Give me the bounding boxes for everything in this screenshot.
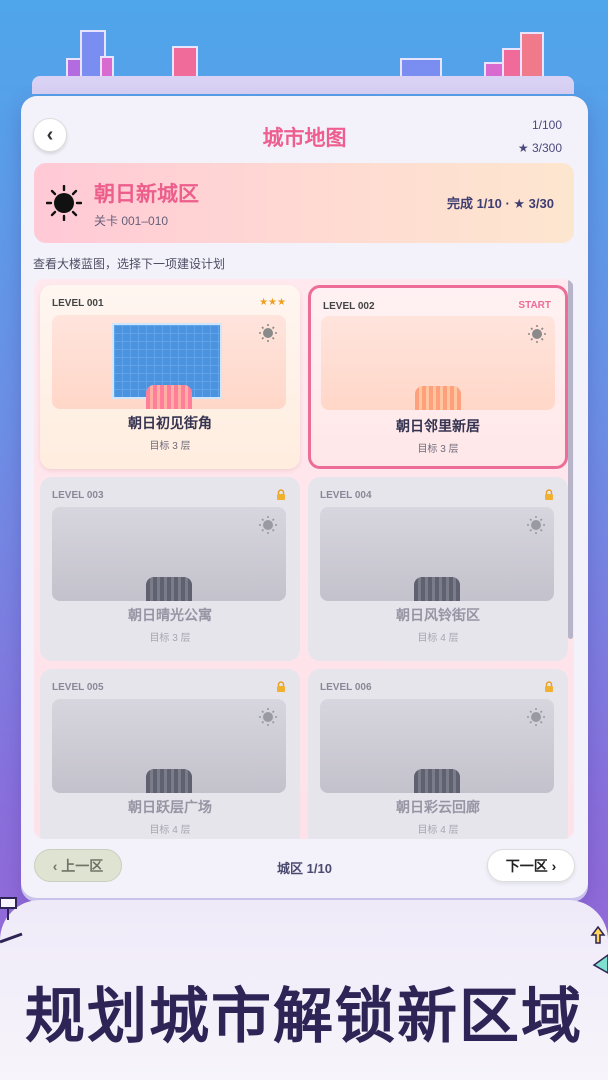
overall-progress: 1/100 ★ 3/300 bbox=[518, 114, 562, 160]
lock-icon bbox=[277, 681, 285, 692]
district-name: 朝日新城区 bbox=[94, 183, 199, 206]
level-code: LEVEL 001 bbox=[52, 298, 104, 309]
building-icon bbox=[520, 32, 544, 78]
level-goal: 目标 4 层 bbox=[149, 825, 191, 836]
building-preview-icon bbox=[146, 577, 192, 601]
building-icon bbox=[400, 58, 442, 78]
sun-icon bbox=[527, 708, 545, 726]
level-goal: 目标 3 层 bbox=[149, 633, 191, 644]
level-thumbnail bbox=[52, 699, 286, 793]
building-preview-icon bbox=[414, 577, 460, 601]
building-icon bbox=[172, 46, 198, 78]
level-grid-scrollbar[interactable] bbox=[568, 279, 573, 639]
level-thumbnail bbox=[52, 507, 286, 601]
level-thumbnail bbox=[320, 699, 554, 793]
promo-text: 规划城市解锁新区域 bbox=[25, 982, 583, 1052]
page-title: 城市地图 bbox=[262, 127, 347, 150]
building-preview-icon bbox=[414, 769, 460, 793]
start-tag: START bbox=[518, 300, 551, 311]
level-card-006[interactable]: LEVEL 006 朝日彩云回廊 目标 4 层 bbox=[308, 669, 568, 839]
level-grid: LEVEL 001 ★★★ 朝日初见街角 目标 3 层 LEVEL 002 ST… bbox=[34, 279, 574, 839]
sign-post-icon bbox=[0, 897, 23, 944]
level-goal: 目标 3 层 bbox=[149, 441, 191, 452]
building-icon bbox=[100, 56, 114, 78]
level-progress-text: 1/100 bbox=[531, 118, 562, 132]
lock-icon bbox=[545, 681, 553, 692]
panel-ledge bbox=[32, 76, 574, 94]
lock-icon bbox=[545, 489, 553, 500]
district-stats: 完成 1/10 · ★ 3/30 bbox=[446, 196, 554, 211]
level-card-004[interactable]: LEVEL 004 朝日风铃街区 目标 4 层 bbox=[308, 477, 568, 661]
level-name: 朝日邻里新居 bbox=[396, 418, 480, 434]
level-name: 朝日风铃街区 bbox=[396, 607, 480, 623]
city-map-panel: ‹ 城市地图 1/100 ★ 3/300 朝日新城区 关卡 001–010 完成… bbox=[21, 96, 588, 898]
level-card-002[interactable]: LEVEL 002 START 朝日邻里新居 目标 3 层 bbox=[308, 285, 568, 469]
hint-text: 查看大楼蓝图，选择下一项建设计划 bbox=[33, 257, 226, 271]
sun-icon bbox=[46, 185, 82, 221]
level-goal: 目标 4 层 bbox=[417, 633, 459, 644]
district-card: 朝日新城区 关卡 001–010 完成 1/10 · ★ 3/30 bbox=[34, 163, 574, 243]
building-preview-icon bbox=[415, 386, 461, 410]
sun-icon bbox=[259, 708, 277, 726]
level-thumbnail bbox=[52, 315, 286, 409]
level-code: LEVEL 002 bbox=[323, 301, 375, 312]
level-name: 朝日晴光公寓 bbox=[128, 607, 212, 623]
sun-icon bbox=[527, 516, 545, 534]
city-skyline-decoration bbox=[0, 0, 608, 100]
level-name: 朝日跃层广场 bbox=[128, 799, 212, 815]
district-level-range: 关卡 001–010 bbox=[94, 214, 169, 228]
sun-icon bbox=[528, 325, 546, 343]
level-card-001[interactable]: LEVEL 001 ★★★ 朝日初见街角 目标 3 层 bbox=[40, 285, 300, 469]
level-card-005[interactable]: LEVEL 005 朝日跃层广场 目标 4 层 bbox=[40, 669, 300, 839]
stars-progress-text: ★ 3/300 bbox=[517, 141, 562, 155]
sun-icon bbox=[259, 324, 277, 342]
level-thumbnail bbox=[321, 316, 555, 410]
level-code: LEVEL 006 bbox=[320, 682, 372, 693]
level-card-003[interactable]: LEVEL 003 朝日晴光公寓 目标 3 层 bbox=[40, 477, 300, 661]
building-preview-icon bbox=[146, 385, 192, 409]
level-name: 朝日彩云回廊 bbox=[396, 799, 480, 815]
next-district-button[interactable]: 下一区 › bbox=[487, 849, 575, 882]
level-thumbnail bbox=[320, 507, 554, 601]
building-preview-icon bbox=[146, 769, 192, 793]
level-goal: 目标 4 层 bbox=[417, 825, 459, 836]
level-code: LEVEL 005 bbox=[52, 682, 104, 693]
level-code: LEVEL 004 bbox=[320, 490, 372, 501]
lock-icon bbox=[277, 489, 285, 500]
level-name: 朝日初见街角 bbox=[128, 415, 212, 431]
level-code: LEVEL 003 bbox=[52, 490, 104, 501]
star-rating: ★★★ bbox=[259, 297, 286, 308]
level-goal: 目标 3 层 bbox=[417, 444, 459, 455]
sun-icon bbox=[259, 516, 277, 534]
